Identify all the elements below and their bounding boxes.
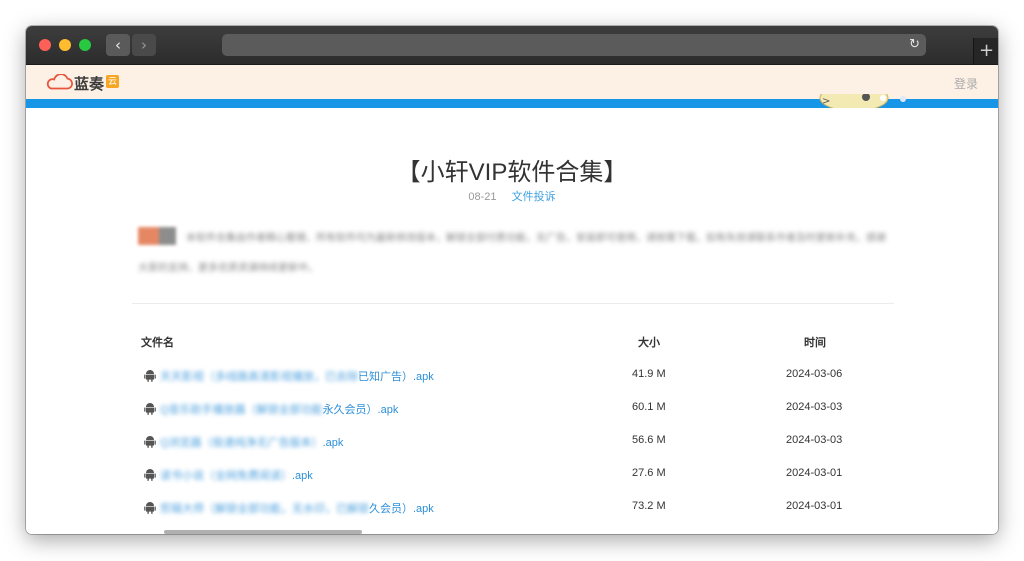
chevron-right-icon: › <box>141 36 147 54</box>
file-table-header: 文件名 大小 时间 <box>26 334 998 350</box>
table-row[interactable]: 天天影视（多线路高清影视播放，已去除已知广告）.apk 41.9 M 2024-… <box>26 366 998 386</box>
file-name-link[interactable]: 剪辑大师（解锁全部功能，无水印，已解锁久会员）.apk <box>160 500 434 516</box>
file-name-hidden: 读书小说（全网免费阅读） <box>160 470 292 482</box>
horizontal-scrollbar[interactable] <box>164 530 362 534</box>
file-name-link[interactable]: Q音乐助手播放器（解锁全部功能永久会员）.apk <box>160 401 398 417</box>
file-name-hidden: 剪辑大师（解锁全部功能，无水印，已解锁 <box>160 503 369 515</box>
file-name-visible: 久会员）.apk <box>369 503 434 515</box>
back-button[interactable]: ‹ <box>106 34 130 56</box>
report-link[interactable]: 文件投诉 <box>512 191 556 203</box>
file-time: 2024-03-06 <box>786 368 843 380</box>
android-icon <box>144 403 156 415</box>
section-divider <box>132 303 894 304</box>
plus-icon: + <box>978 40 995 61</box>
file-size: 41.9 M <box>632 368 666 380</box>
file-time: 2024-03-03 <box>786 434 843 446</box>
file-date: 08-21 <box>468 191 497 203</box>
logo-badge: 云 <box>106 75 119 88</box>
header-name: 文件名 <box>141 337 174 349</box>
file-name-link[interactable]: 天天影视（多线路高清影视播放，已去除已知广告）.apk <box>160 368 434 384</box>
file-name-visible: .apk <box>322 437 344 449</box>
android-icon <box>144 469 156 481</box>
minimize-window-button[interactable] <box>59 39 71 51</box>
table-row[interactable]: 读书小说（全网免费阅读）.apk 27.6 M 2024-03-01 <box>26 465 998 485</box>
file-size: 73.2 M <box>632 500 666 512</box>
chevron-left-icon: ‹ <box>115 36 121 54</box>
android-icon <box>144 370 156 382</box>
file-time: 2024-03-03 <box>786 401 843 413</box>
file-size: 56.6 M <box>632 434 666 446</box>
file-name-link[interactable]: Q浏览器（极速纯净无广告版本）.apk <box>160 434 343 450</box>
zoom-window-button[interactable] <box>79 39 91 51</box>
file-page: 【小轩VIP软件合集】 08-21 文件投诉 本软件合集由作者精心整理，所有软件… <box>26 108 998 534</box>
file-time: 2024-03-01 <box>786 500 843 512</box>
file-name-hidden: 天天影视（多线路高清影视播放，已去除 <box>160 371 358 383</box>
table-row[interactable]: Q浏览器（极速纯净无广告版本）.apk 56.6 M 2024-03-03 <box>26 432 998 452</box>
file-name-visible: 永久会员）.apk <box>322 404 399 416</box>
android-icon <box>144 502 156 514</box>
file-name-visible: .apk <box>292 470 313 482</box>
file-title: 【小轩VIP软件合集】 <box>396 159 628 186</box>
file-size: 60.1 M <box>632 401 666 413</box>
browser-titlebar: ‹ › ↻ + <box>26 26 998 65</box>
forward-button[interactable]: › <box>132 34 156 56</box>
reload-icon[interactable]: ↻ <box>909 34 920 56</box>
address-bar[interactable]: ↻ <box>222 34 926 56</box>
file-name-visible: 已知广告）.apk <box>358 371 434 383</box>
cloud-icon <box>46 74 73 90</box>
close-window-button[interactable] <box>39 39 51 51</box>
file-description: 本软件合集由作者精心整理，所有软件均为最新修改版本，解锁全部付费功能，无广告，安… <box>138 224 890 274</box>
file-name-link[interactable]: 读书小说（全网免费阅读）.apk <box>160 467 313 483</box>
file-time: 2024-03-01 <box>786 467 843 479</box>
file-name-hidden: Q音乐助手播放器（解锁全部功能 <box>160 404 323 416</box>
new-tab-button[interactable]: + <box>973 38 998 64</box>
table-row[interactable]: 剪辑大师（解锁全部功能，无水印，已解锁久会员）.apk 73.2 M 2024-… <box>26 498 998 518</box>
svg-text:>: > <box>822 96 830 107</box>
file-size: 27.6 M <box>632 467 666 479</box>
file-name-hidden: Q浏览器（极速纯净无广告版本） <box>160 437 323 449</box>
login-link[interactable]: 登录 <box>954 75 978 92</box>
browser-window: ‹ › ↻ + 蓝奏 云 登录 > 【小轩VIP软件合集】 08-21 文件投诉… <box>26 26 998 534</box>
header-size: 大小 <box>638 337 660 349</box>
description-text: 本软件合集由作者精心整理，所有软件均为最新修改版本，解锁全部付费功能，无广告，安… <box>138 233 886 274</box>
file-meta: 08-21 文件投诉 <box>26 188 998 204</box>
logo-text: 蓝奏 <box>74 76 105 93</box>
header-time: 时间 <box>804 337 826 349</box>
android-icon <box>144 436 156 448</box>
table-row[interactable]: Q音乐助手播放器（解锁全部功能永久会员）.apk 60.1 M 2024-03-… <box>26 399 998 419</box>
